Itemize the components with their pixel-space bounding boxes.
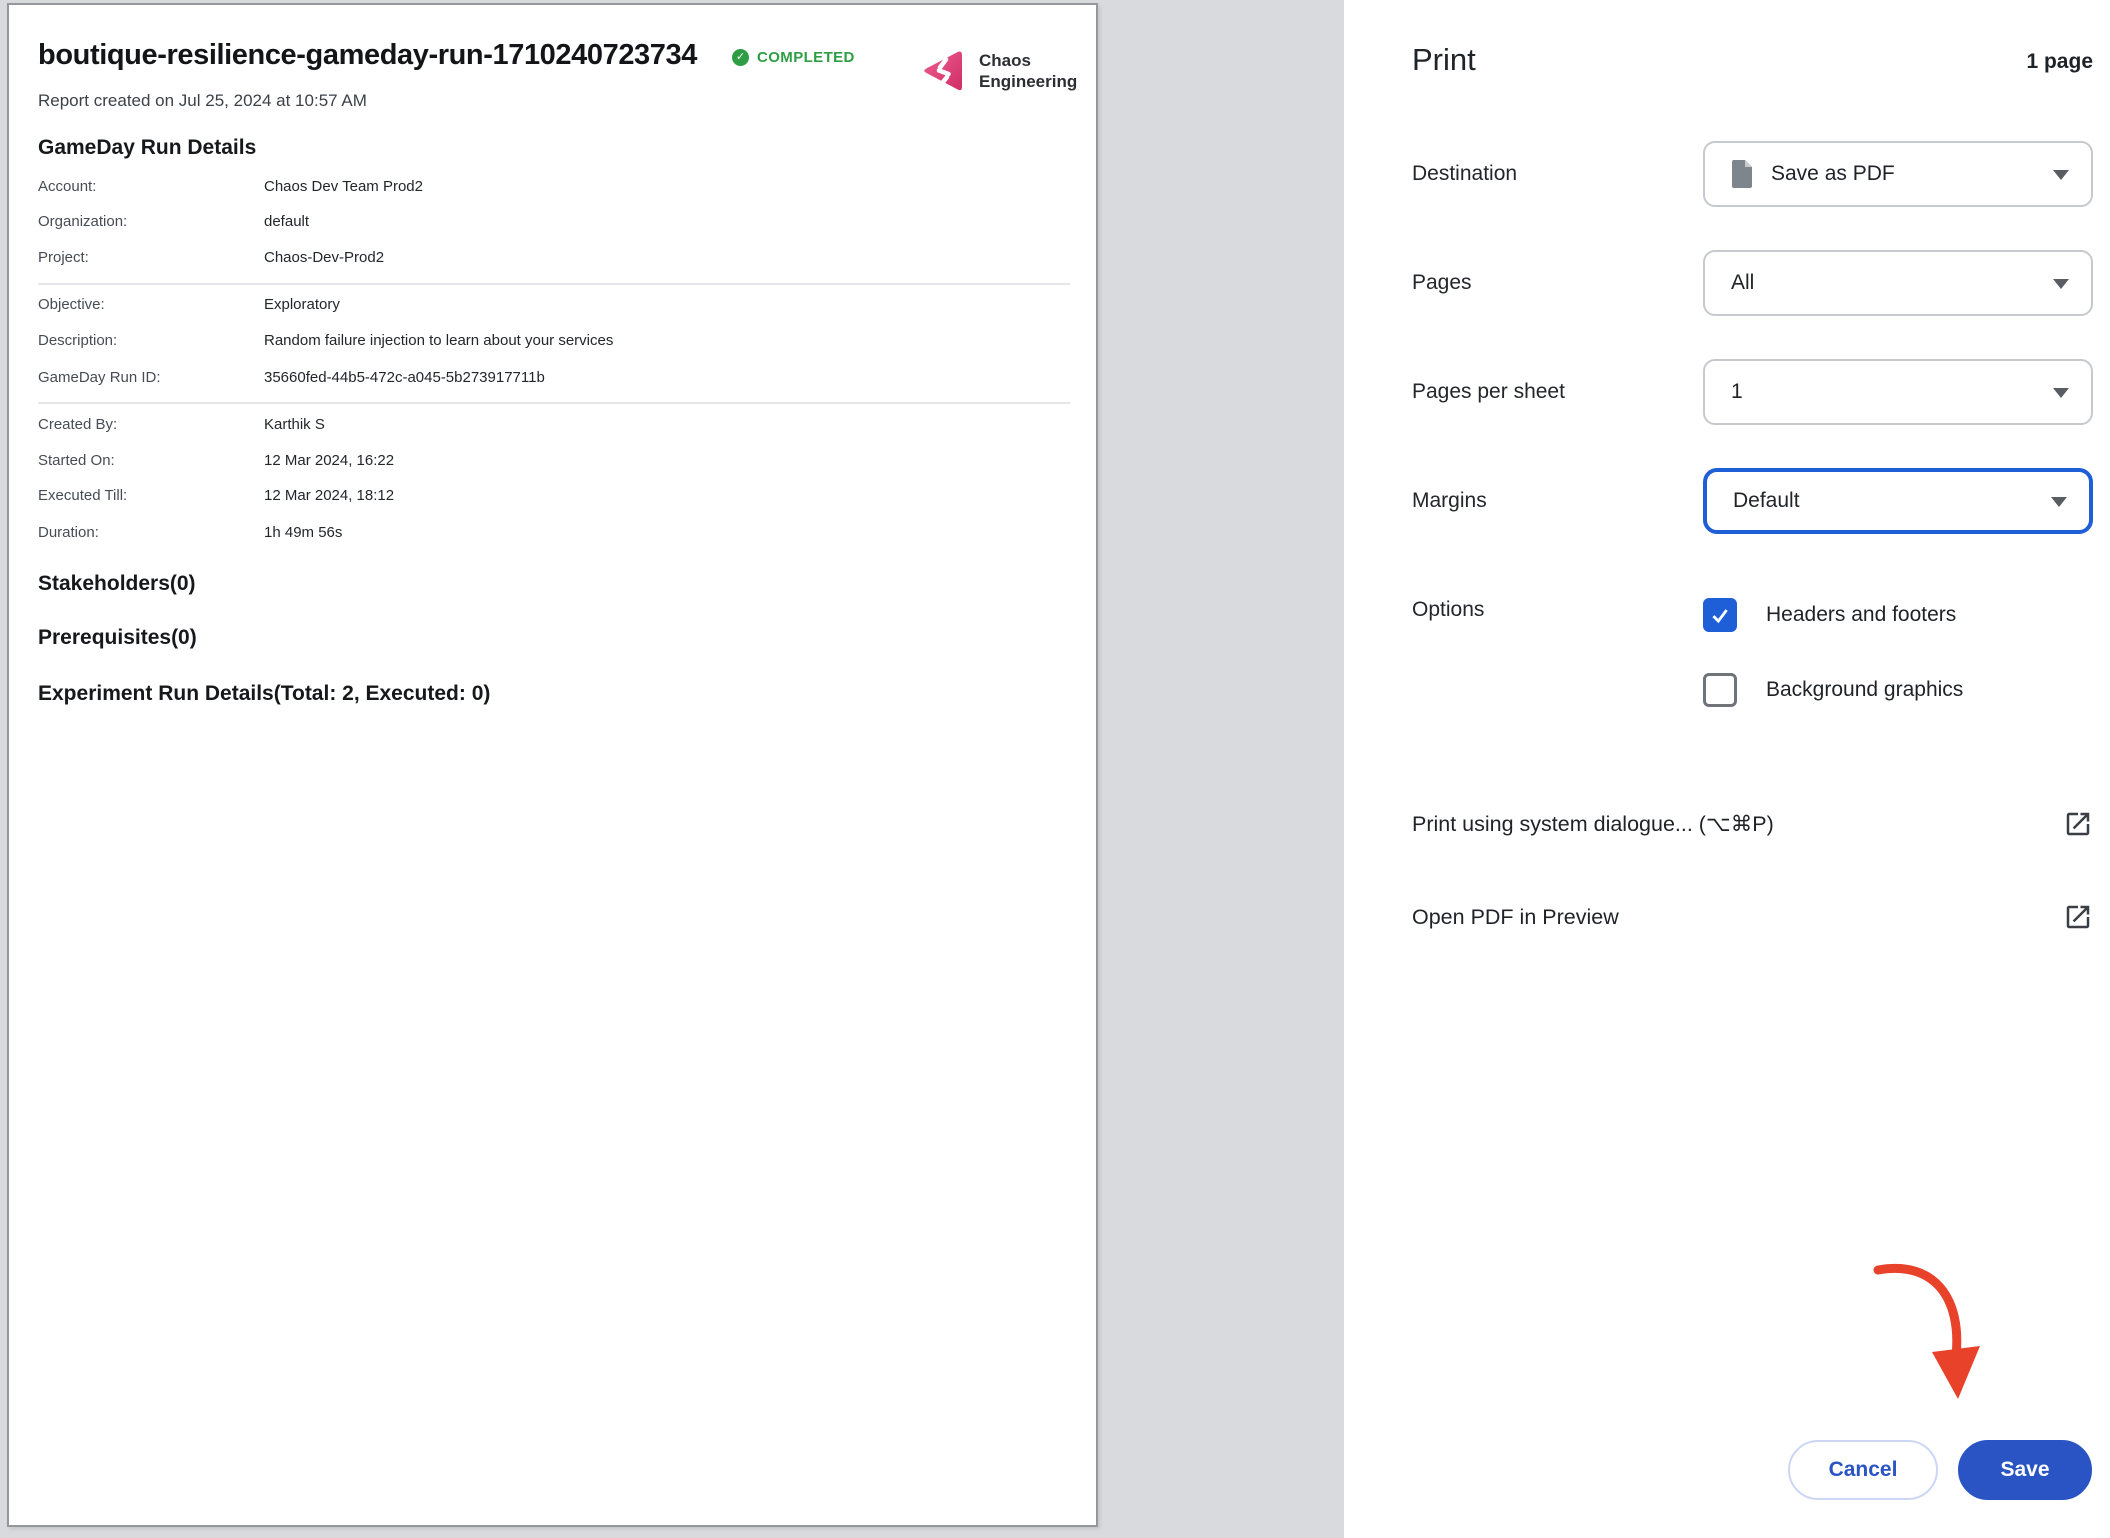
check-icon — [1709, 604, 1731, 626]
pages-select[interactable]: All — [1703, 250, 2093, 316]
background-graphics-checkbox[interactable] — [1703, 673, 1737, 707]
detail-row: GameDay Run ID: 35660fed-44b5-472c-a045-… — [38, 369, 1070, 391]
logo-wordmark: Chaos Engineering — [979, 50, 1077, 92]
destination-field: Destination Save as PDF — [1412, 141, 2093, 207]
pages-per-sheet-field: Pages per sheet 1 — [1412, 359, 2093, 425]
pages-per-sheet-label: Pages per sheet — [1412, 380, 1565, 404]
pages-field: Pages All — [1412, 250, 2093, 316]
margins-label: Margins — [1412, 489, 1487, 513]
open-in-new-icon — [2063, 902, 2093, 932]
chevron-down-icon — [2051, 497, 2067, 507]
background-graphics-option[interactable]: Background graphics — [1703, 673, 2093, 707]
status-badge: ✓ COMPLETED — [732, 49, 855, 66]
heading-gameday-run-details: GameDay Run Details — [38, 136, 256, 160]
chaos-logo-icon — [919, 47, 967, 95]
pages-per-sheet-select[interactable]: 1 — [1703, 359, 2093, 425]
logo-line1: Chaos — [979, 50, 1077, 71]
status-text: COMPLETED — [757, 49, 855, 66]
print-dialog-title: Print — [1412, 42, 1476, 78]
detail-row: Description: Random failure injection to… — [38, 332, 1070, 354]
detail-row: Account: Chaos Dev Team Prod2 — [38, 178, 1070, 200]
system-dialog-link[interactable]: Print using system dialogue... (⌥⌘P) — [1412, 794, 2093, 854]
detail-row: Executed Till: 12 Mar 2024, 18:12 — [38, 487, 1070, 509]
page-count: 1 page — [2026, 50, 2093, 74]
detail-row: Created By: Karthik S — [38, 416, 1070, 438]
margins-value: Default — [1733, 489, 1800, 513]
pages-value: All — [1731, 271, 1754, 295]
report-preview-page: boutique-resilience-gameday-run-17102407… — [7, 3, 1098, 1527]
chevron-down-icon — [2053, 388, 2069, 398]
check-circle-icon: ✓ — [732, 49, 749, 66]
logo-line2: Engineering — [979, 71, 1077, 92]
destination-value: Save as PDF — [1771, 162, 1895, 186]
pages-per-sheet-value: 1 — [1731, 380, 1743, 404]
headers-footers-checkbox[interactable] — [1703, 598, 1737, 632]
open-pdf-preview-text: Open PDF in Preview — [1412, 905, 1619, 930]
red-arrow-annotation — [1864, 1256, 2004, 1421]
heading-experiment-run-details: Experiment Run Details(Total: 2, Execute… — [38, 682, 490, 706]
system-dialog-text: Print using system dialogue... (⌥⌘P) — [1412, 812, 1774, 837]
divider — [38, 283, 1070, 285]
destination-select[interactable]: Save as PDF — [1703, 141, 2093, 207]
margins-select[interactable]: Default — [1703, 468, 2093, 534]
heading-stakeholders: Stakeholders(0) — [38, 572, 196, 596]
detail-row: Objective: Exploratory — [38, 296, 1070, 318]
pdf-file-icon — [1731, 159, 1755, 189]
print-dialog-panel: Print 1 page Destination Save as PDF Pag… — [1344, 0, 2110, 1538]
chevron-down-icon — [2053, 170, 2069, 180]
detail-row: Organization: default — [38, 213, 1070, 235]
heading-prerequisites: Prerequisites(0) — [38, 626, 197, 650]
save-button[interactable]: Save — [1958, 1440, 2092, 1500]
headers-footers-option[interactable]: Headers and footers — [1703, 598, 2093, 632]
divider — [38, 402, 1070, 404]
headers-footers-label: Headers and footers — [1766, 603, 1956, 627]
options-label: Options — [1412, 598, 1484, 707]
margins-field: Margins Default — [1412, 468, 2093, 534]
destination-label: Destination — [1412, 162, 1517, 186]
detail-row: Duration: 1h 49m 56s — [38, 524, 1070, 546]
open-pdf-preview-link[interactable]: Open PDF in Preview — [1412, 887, 2093, 947]
open-in-new-icon — [2063, 809, 2093, 839]
detail-row: Project: Chaos-Dev-Prod2 — [38, 249, 1070, 271]
report-title: boutique-resilience-gameday-run-17102407… — [38, 39, 697, 72]
print-preview-area: boutique-resilience-gameday-run-17102407… — [0, 0, 1344, 1538]
report-created-line: Report created on Jul 25, 2024 at 10:57 … — [38, 91, 367, 111]
chaos-engineering-logo: Chaos Engineering — [919, 47, 1077, 95]
cancel-button[interactable]: Cancel — [1788, 1440, 1938, 1500]
background-graphics-label: Background graphics — [1766, 678, 1963, 702]
detail-row: Started On: 12 Mar 2024, 16:22 — [38, 452, 1070, 474]
chevron-down-icon — [2053, 279, 2069, 289]
pages-label: Pages — [1412, 271, 1472, 295]
options-field: Options Headers and footers Background g… — [1412, 598, 2093, 707]
